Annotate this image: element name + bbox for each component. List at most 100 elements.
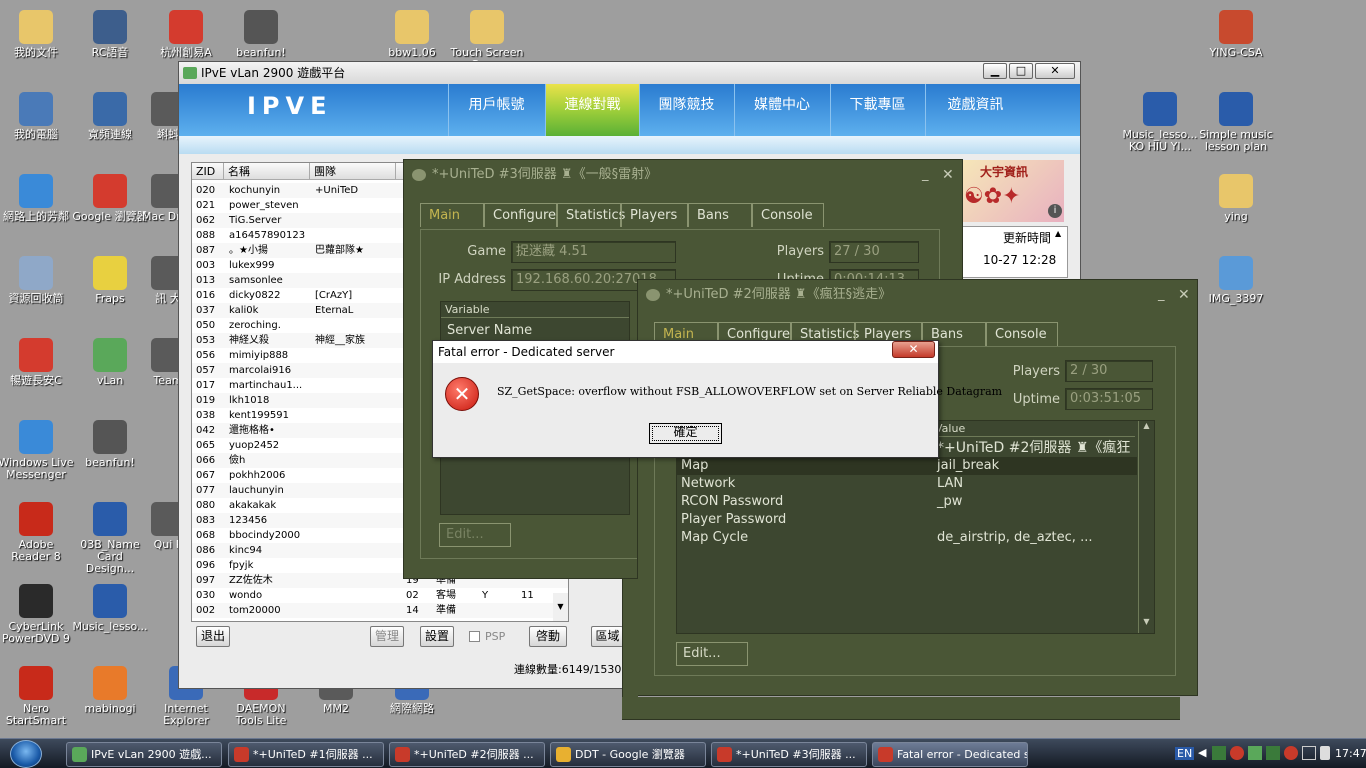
server2-minimize-button[interactable]: _ xyxy=(1158,280,1165,310)
nav-tab-4[interactable]: 媒體中心 xyxy=(734,84,829,136)
server2-close-button[interactable]: ✕ xyxy=(1178,280,1190,310)
taskbar-item[interactable]: *+UniTeD #1伺服器 ... xyxy=(228,742,384,767)
manage-button[interactable]: 管理 xyxy=(370,626,404,647)
server2-tab-console[interactable]: Console xyxy=(986,322,1058,346)
desktop-icon[interactable]: 資源回收筒 xyxy=(0,254,74,305)
server3-tab-bans[interactable]: Bans xyxy=(688,203,752,227)
col-team-header[interactable]: 團隊 xyxy=(310,163,396,180)
server3-titlebar[interactable]: *+UniTeD #3伺服器 ♜《一般§雷射》 _ ✕ xyxy=(404,160,962,190)
region-button[interactable]: 區域 xyxy=(591,626,623,647)
powerdvd-label: CyberLink PowerDVD 9 xyxy=(1,620,71,645)
nav-tab-1[interactable]: 用戶帳號 xyxy=(448,84,544,136)
tray-icon-app[interactable] xyxy=(1230,746,1244,760)
desktop-icon[interactable]: CyberLink PowerDVD 9 xyxy=(0,582,74,645)
server3-tab-console[interactable]: Console xyxy=(752,203,824,227)
scroll-down-icon[interactable]: ▼ xyxy=(1139,617,1154,626)
ipve-titlebar[interactable]: IPvE vLan 2900 遊戲平台 ▁ □ ✕ xyxy=(179,62,1080,84)
ad-banner[interactable]: 大宇資訊 ☯✿✦ i xyxy=(962,160,1064,222)
clock[interactable]: 17:47 xyxy=(1335,747,1366,760)
start-orb-icon[interactable] xyxy=(10,740,42,768)
desktop-icon[interactable]: Music_lesso... xyxy=(72,582,148,633)
server2-variable-row[interactable]: RCON Password _pw xyxy=(677,493,1137,511)
error-close-button[interactable]: ✕ xyxy=(892,341,935,358)
user-table-scrollbar[interactable]: ▼ xyxy=(553,593,568,621)
nav-tab-5[interactable]: 下載專區 xyxy=(830,84,924,136)
psp-checkbox[interactable] xyxy=(469,631,480,642)
server3-tab-statistics[interactable]: Statistics xyxy=(557,203,625,227)
volume-tray-icon[interactable] xyxy=(1320,746,1330,760)
desktop-icon[interactable]: 暢遊長安C xyxy=(0,336,74,387)
ad-banner-text: 大宇資訊 xyxy=(980,165,1029,179)
server2-list-scrollbar[interactable]: ▲ ▼ xyxy=(1138,421,1154,633)
update-scroll-up-icon[interactable]: ▲ xyxy=(1055,229,1061,238)
server3-tab-main[interactable]: Main xyxy=(420,203,484,227)
close-button[interactable]: ✕ xyxy=(1035,63,1075,79)
taskbar-item[interactable]: *+UniTeD #2伺服器 ... xyxy=(389,742,545,767)
col-zid-header[interactable]: ZID xyxy=(192,163,224,180)
network-tray-icon[interactable] xyxy=(1302,746,1316,760)
server2-edit-button[interactable]: Edit... xyxy=(676,642,748,666)
desktop-icon[interactable]: RC語音 xyxy=(72,8,148,59)
exit-button[interactable]: 退出 xyxy=(196,626,230,647)
server3-close-button[interactable]: ✕ xyxy=(942,160,954,190)
info-icon[interactable]: i xyxy=(1048,204,1062,218)
show-hidden-icons[interactable]: ◀ xyxy=(1198,746,1206,759)
tray-icon-nero[interactable] xyxy=(1284,746,1298,760)
desktop-icon[interactable]: bbw1.06 xyxy=(374,8,450,59)
server2-players-field[interactable]: 2 / 30 xyxy=(1065,360,1153,382)
desktop-icon[interactable]: mabinogi xyxy=(72,664,148,715)
server3-players-field[interactable]: 27 / 30 xyxy=(829,241,919,263)
tray-icon-vlan[interactable] xyxy=(1248,746,1262,760)
nav-tab-6[interactable]: 遊戲資訊 xyxy=(925,84,1025,136)
desktop-icon[interactable]: beanfun! xyxy=(72,418,148,469)
variable-column-header[interactable]: Variable xyxy=(441,302,629,318)
server3-tab-configure[interactable]: Configure xyxy=(484,203,557,227)
taskbar-item[interactable]: Fatal error - Dedicated s... xyxy=(872,742,1028,767)
value-column-header[interactable]: Value xyxy=(935,421,1135,437)
desktop-icon[interactable]: Music_lesso... KO HIU YI... xyxy=(1122,90,1198,153)
error-titlebar[interactable]: Fatal error - Dedicated server xyxy=(433,341,938,363)
scroll-up-icon[interactable]: ▲ xyxy=(1139,421,1154,430)
desktop-icon[interactable]: Adobe Reader 8 xyxy=(0,500,74,563)
language-indicator[interactable]: EN xyxy=(1175,747,1195,760)
tray-icon-hfs[interactable] xyxy=(1212,746,1226,760)
server2-variable-row[interactable]: Map jail_break xyxy=(677,457,1137,475)
server2-variable-row[interactable]: Network LAN xyxy=(677,475,1137,493)
desktop-icon[interactable]: Windows Live Messenger xyxy=(0,418,74,481)
nav-tab-3[interactable]: 團隊競技 xyxy=(639,84,733,136)
col-name-header[interactable]: 名稱 xyxy=(224,163,310,180)
nav-tab-2[interactable]: 連線對戰 xyxy=(545,84,639,136)
server3-tab-players[interactable]: Players xyxy=(621,203,688,227)
desktop-icon[interactable]: 網路上的芳鄰 xyxy=(0,172,74,223)
desktop-icon[interactable]: Nero StartSmart xyxy=(0,664,74,727)
user-row[interactable]: 030 wondo 02 客場 Y 11 xyxy=(192,588,568,603)
update-header: 更新時間 xyxy=(1003,231,1052,245)
taskbar-item[interactable]: DDT - Google 瀏覽器 xyxy=(550,742,706,767)
server2-variable-row[interactable]: Player Password xyxy=(677,511,1137,529)
desktop-icon[interactable]: beanfun! xyxy=(223,8,299,59)
desktop-icon[interactable]: YING-CSA xyxy=(1198,8,1274,59)
server3-minimize-button[interactable]: _ xyxy=(922,160,929,190)
minimize-button[interactable]: ▁ xyxy=(983,63,1007,79)
start-button[interactable]: 啓動 xyxy=(529,626,567,647)
error-ok-button[interactable]: 確定 xyxy=(649,423,722,444)
server2-uptime-field[interactable]: 0:03:51:05 xyxy=(1065,388,1153,410)
settings-button[interactable]: 設置 xyxy=(420,626,454,647)
variable-row[interactable]: Server Name xyxy=(447,322,532,340)
server2-variable-row[interactable]: Map Cycle de_airstrip, de_aztec, ... xyxy=(677,529,1137,547)
game-field[interactable]: 捉迷藏 4.51 xyxy=(511,241,676,263)
server3-edit-button[interactable]: Edit... xyxy=(439,523,511,547)
tray-icon-hfs2[interactable] xyxy=(1266,746,1280,760)
desktop-icon[interactable]: ying xyxy=(1198,172,1274,223)
user-row[interactable]: 002 tom20000 14 準備 xyxy=(192,603,568,618)
desktop-icon[interactable]: 杭州創易A xyxy=(148,8,224,59)
taskbar-item[interactable]: IPvE vLan 2900 遊戲... xyxy=(66,742,222,767)
server2-titlebar[interactable]: *+UniTeD #2伺服器 ♜《瘋狂§逃走》 _ ✕ xyxy=(638,280,1197,310)
desktop-icon[interactable]: 我的電腦 xyxy=(0,90,74,141)
desktop-icon[interactable]: 我的文件 xyxy=(0,8,74,59)
desktop-icon[interactable]: Simple music lesson plan xyxy=(1198,90,1274,153)
chrome-label: 暢遊長安C xyxy=(10,374,62,387)
maximize-button[interactable]: □ xyxy=(1009,63,1033,79)
taskbar-item[interactable]: *+UniTeD #3伺服器 ... xyxy=(711,742,867,767)
desktop-icon[interactable]: IMG_3397 xyxy=(1198,254,1274,305)
